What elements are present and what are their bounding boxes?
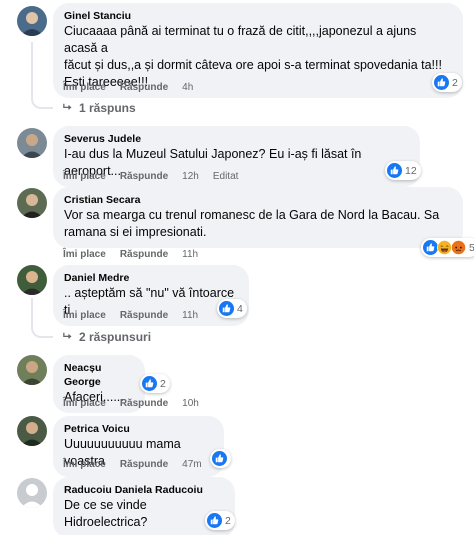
reaction-summary[interactable]: 2 — [140, 374, 170, 393]
comment-actions: Îmi place Răspunde 11h — [63, 248, 198, 262]
avatar[interactable] — [17, 355, 47, 385]
reaction-count: 4 — [237, 302, 243, 315]
like-reaction-icon — [387, 163, 402, 178]
reaction-count: 2 — [160, 377, 166, 390]
reply-button[interactable]: Răspunde — [120, 309, 168, 323]
like-reaction-icon — [434, 75, 449, 90]
comment-actions: Îmi place Răspunde 10h — [63, 397, 199, 411]
reply-button[interactable]: Răspunde — [120, 248, 168, 262]
view-replies-button[interactable]: 2 răspunsuri — [62, 330, 151, 344]
reply-button[interactable]: Răspunde — [120, 81, 168, 95]
reply-button[interactable]: Răspunde — [120, 397, 168, 411]
reaction-summary[interactable]: 12 — [385, 161, 421, 180]
like-reaction-icon — [207, 513, 222, 528]
comment-author[interactable]: Neacșu George — [64, 361, 134, 389]
thread-connector — [31, 298, 53, 338]
avatar[interactable] — [17, 128, 47, 158]
like-reaction-icon — [219, 301, 234, 316]
reaction-count: 2 — [225, 514, 231, 527]
like-button[interactable]: Îmi place — [63, 81, 106, 95]
reply-button[interactable]: Răspunde — [120, 170, 168, 184]
reply-button[interactable]: Răspunde — [120, 458, 168, 472]
avatar[interactable] — [17, 416, 47, 446]
comment-actions: Îmi place Răspunde 47m — [63, 458, 202, 472]
comment-actions: Îmi place Răspunde 12h Editat — [63, 170, 238, 184]
comment-author[interactable]: Petrica Voicu — [64, 422, 213, 436]
thread-connector — [31, 42, 53, 109]
like-button[interactable]: Îmi place — [63, 309, 106, 323]
reply-arrow-icon — [62, 101, 73, 115]
like-button[interactable]: Îmi place — [63, 458, 106, 472]
reaction-summary[interactable]: 2 — [432, 73, 462, 92]
comment-text-line: ramana si ei impresionati. — [64, 225, 207, 239]
reply-arrow-icon — [62, 330, 73, 344]
reaction-count: 2 — [452, 76, 458, 89]
comment-author[interactable]: Daniel Medre — [64, 271, 238, 285]
reaction-summary[interactable]: 5 — [421, 238, 474, 257]
comment-timestamp[interactable]: 12h — [182, 170, 199, 184]
reaction-count: 12 — [405, 164, 417, 177]
angry-reaction-icon — [451, 240, 466, 255]
comment-timestamp[interactable]: 11h — [182, 248, 198, 262]
comment-bubble: Cristian Secara Vor sa mearga cu trenul … — [53, 187, 463, 248]
comment-text-line: făcut și dus,,a și dormit câteva ore apo… — [64, 58, 442, 72]
like-reaction-icon — [212, 451, 227, 466]
like-reaction-icon — [142, 376, 157, 391]
comment-author[interactable]: Ginel Stanciu — [64, 9, 452, 23]
comment-actions: Îmi place Răspunde 4h — [63, 81, 193, 95]
comment-text-line: De ce se vinde Hidroelectrica? — [64, 498, 148, 529]
avatar[interactable] — [17, 188, 47, 218]
comment-timestamp[interactable]: 11h — [182, 309, 198, 323]
replies-count: 1 răspuns — [79, 101, 136, 115]
comment-timestamp[interactable]: 10h — [182, 397, 199, 411]
comment-author[interactable]: Severus Judele — [64, 132, 409, 146]
comment-text-line: Vor sa mearga cu trenul romanesc de la G… — [64, 208, 440, 222]
comment-text-line: Ciucaaaa până ai terminat tu o frază de … — [64, 24, 417, 55]
comment-actions: Îmi place Răspunde 11h — [63, 309, 198, 323]
like-reaction-icon — [423, 240, 438, 255]
avatar[interactable] — [17, 265, 47, 295]
reaction-summary[interactable] — [210, 449, 231, 468]
view-replies-button[interactable]: 1 răspuns — [62, 101, 136, 115]
like-button[interactable]: Îmi place — [63, 397, 106, 411]
comment-timestamp[interactable]: 4h — [182, 81, 193, 95]
comment-author[interactable]: Cristian Secara — [64, 193, 452, 207]
avatar[interactable] — [17, 6, 47, 36]
reaction-summary[interactable]: 4 — [217, 299, 247, 318]
like-button[interactable]: Îmi place — [63, 248, 106, 262]
reaction-summary[interactable]: 2 — [205, 511, 235, 530]
comment-timestamp[interactable]: 47m — [182, 458, 201, 472]
reaction-count: 5 — [469, 241, 474, 254]
edited-label[interactable]: Editat — [213, 170, 239, 184]
replies-count: 2 răspunsuri — [79, 330, 152, 344]
like-button[interactable]: Îmi place — [63, 170, 106, 184]
avatar[interactable] — [17, 478, 47, 508]
haha-reaction-icon — [437, 240, 452, 255]
comment-author[interactable]: Raducoiu Daniela Raducoiu — [64, 483, 224, 497]
